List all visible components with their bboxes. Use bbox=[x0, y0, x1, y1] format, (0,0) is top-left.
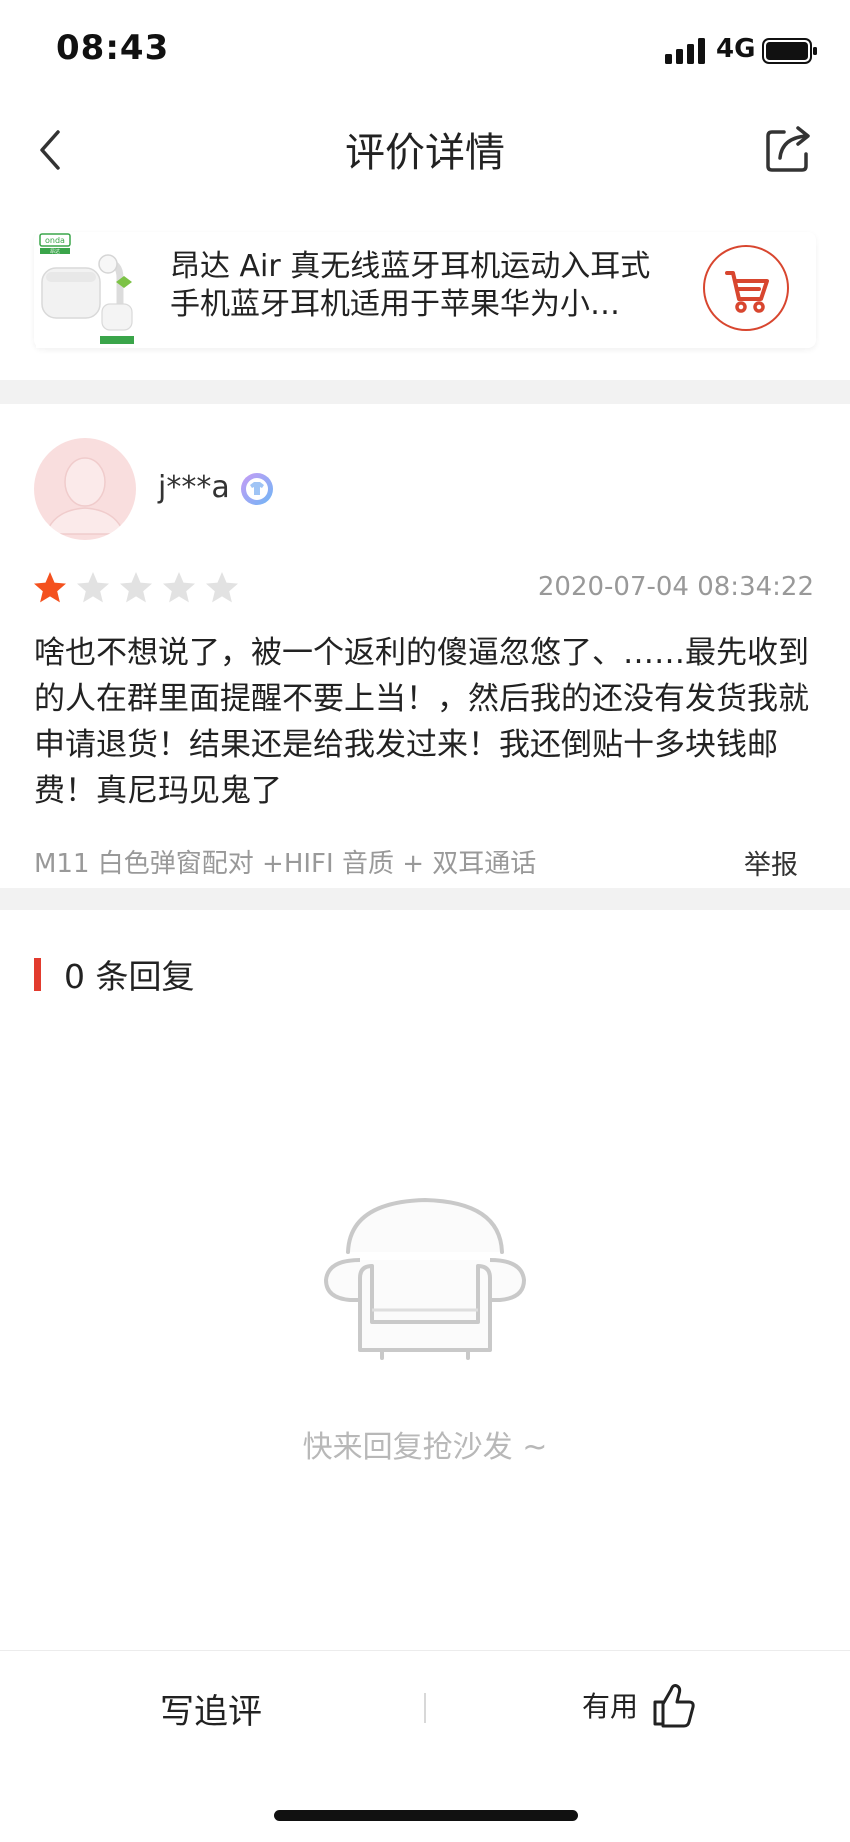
star-filled-icon bbox=[34, 572, 66, 603]
sku-info: M11 白色弹窗配对 +HIFI 音质 + 双耳通话 bbox=[34, 849, 537, 879]
home-indicator bbox=[274, 1810, 578, 1821]
status-time: 08:43 bbox=[56, 28, 170, 68]
report-button[interactable]: 举报 bbox=[744, 843, 798, 882]
avatar[interactable] bbox=[34, 438, 136, 540]
rating-stars bbox=[32, 570, 247, 606]
useful-label: 有用 bbox=[582, 1690, 639, 1723]
user-silhouette-icon bbox=[44, 457, 126, 535]
star-empty-icon bbox=[206, 572, 238, 603]
product-title[interactable]: 昂达 Air 真无线蓝牙耳机运动入耳式手机蓝牙耳机适用于苹果华为小… bbox=[170, 248, 680, 328]
sofa-icon bbox=[324, 1197, 526, 1360]
share-button[interactable] bbox=[762, 122, 816, 176]
empty-replies-hint: 快来回复抢沙发 ~ bbox=[302, 1430, 548, 1465]
share-icon bbox=[766, 126, 810, 172]
review-text: 啥也不想说了，被一个返利的傻逼忽悠了、……最先收到的人在群里面提醒不要上当！，然… bbox=[34, 635, 809, 809]
review-date: 2020-07-04 08:34:22 bbox=[537, 572, 814, 602]
battery-icon bbox=[762, 38, 817, 64]
write-followup-button[interactable]: 写追评 bbox=[160, 1684, 262, 1733]
section-accent-bar bbox=[34, 958, 41, 991]
star-empty-icon bbox=[163, 572, 195, 603]
section-divider bbox=[0, 888, 850, 910]
bar-separator bbox=[424, 1693, 426, 1723]
add-to-cart-button[interactable] bbox=[703, 245, 789, 331]
product-brand-caption: 昂达 bbox=[50, 248, 60, 255]
reply-count: 0 条回复 bbox=[64, 957, 195, 996]
network-type: 4G bbox=[716, 34, 756, 64]
star-empty-icon bbox=[120, 572, 152, 603]
product-brand-logo: onda bbox=[45, 236, 65, 245]
signal-icon bbox=[665, 38, 705, 64]
star-empty-icon bbox=[77, 572, 109, 603]
page-title: 评价详情 bbox=[345, 130, 505, 176]
section-divider bbox=[0, 380, 850, 404]
cart-icon bbox=[725, 271, 769, 313]
product-thumbnail[interactable]: onda 昂达 bbox=[36, 232, 152, 348]
thumbs-up-icon bbox=[653, 1684, 695, 1728]
useful-button[interactable]: 有用 bbox=[582, 1680, 699, 1736]
username[interactable]: j***a bbox=[158, 470, 230, 505]
member-badge-icon bbox=[241, 473, 273, 505]
